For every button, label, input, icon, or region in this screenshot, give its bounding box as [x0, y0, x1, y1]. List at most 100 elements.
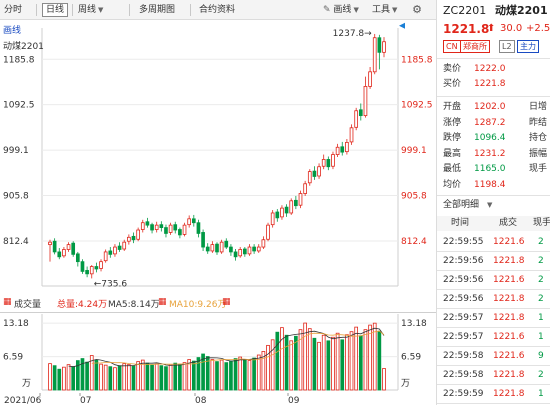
tick-qty: 2 — [538, 237, 544, 247]
tools-button[interactable]: 工具 ▼ — [372, 3, 397, 17]
tick-row: 22:59:57 1221.6 1 — [437, 328, 550, 347]
stat-value: 1096.4 — [474, 133, 506, 143]
candle — [94, 262, 99, 273]
volume-bar — [136, 361, 140, 391]
candle — [71, 241, 76, 257]
candle — [326, 156, 331, 171]
multi-period-button[interactable]: 多周期图 — [139, 3, 175, 17]
volume-config-icon[interactable]: ▦ — [222, 297, 231, 307]
toolbar-divider — [129, 4, 130, 16]
volume-bar — [219, 359, 224, 391]
volume-bar — [164, 366, 168, 391]
volume-bar — [99, 363, 103, 391]
candlestick-chart[interactable]: 1185.8 1092.5 999.1 905.8 812.4 1185.8 1092.5… — [0, 20, 436, 292]
candle — [113, 244, 117, 257]
tick-row: 22:59:56 1221.8 2 — [437, 290, 550, 309]
volume-bar — [117, 365, 122, 391]
volume-bar — [94, 359, 99, 391]
volume-chart[interactable]: 13.18 13.18 6.59 6.59 万 万 — [0, 312, 436, 394]
stat-row: 均价 1198.4 — [437, 178, 550, 193]
volume-bar — [173, 362, 178, 391]
tab-daily[interactable]: 日线 — [42, 3, 69, 17]
ticks-header: 时间 成交 现手 — [437, 216, 550, 231]
volume-bar — [266, 344, 270, 391]
volume-tick-label: 13.18 — [3, 319, 29, 329]
chevron-down-icon: ▼ — [353, 6, 359, 14]
candle — [368, 66, 372, 89]
volume-total: 总量:4.24万 — [57, 300, 108, 310]
gear-icon[interactable]: ⚙ — [412, 3, 422, 16]
volume-unit-label-right: 万 — [401, 379, 410, 389]
date-tick-label: 08 — [195, 396, 207, 405]
stat-value: 1165.0 — [474, 164, 506, 174]
volume-settings-icon[interactable]: ▦ — [3, 297, 12, 307]
volume-tick-label-right: 13.18 — [401, 319, 427, 329]
ma5-label: MA5:8.14万 — [108, 300, 160, 310]
tag-cn: CN — [443, 40, 461, 53]
stat-label: 最低 — [443, 164, 462, 174]
candle — [75, 251, 80, 267]
volume-tick-label: 6.59 — [3, 353, 23, 363]
volume-bar — [275, 331, 280, 391]
bid-price: 1221.8 — [474, 79, 506, 89]
price-axis-right: 1185.8 1092.5 999.1 905.8 812.4 — [401, 55, 433, 247]
candle — [191, 214, 196, 227]
candle — [261, 236, 266, 250]
tick-row: 22:59:55 1221.6 2 — [437, 233, 550, 252]
price-tick-label-right: 999.1 — [401, 146, 427, 156]
candle — [178, 227, 182, 239]
tag-main-contract: 主力 — [517, 40, 539, 53]
stat-extra-label: 昨结 — [529, 117, 548, 128]
tick-qty: 2 — [538, 275, 544, 285]
volume-bar — [154, 363, 159, 391]
candle — [270, 210, 275, 228]
stat-extra-label: 日增 — [529, 102, 548, 112]
price-tick-label-right: 1092.5 — [401, 101, 433, 111]
candle — [127, 234, 131, 245]
candle — [312, 166, 317, 180]
tick-time: 22:59:57 — [443, 332, 484, 342]
tab-weekly[interactable]: 周线 ▼ — [78, 3, 103, 17]
candle — [289, 198, 294, 215]
volume-bar — [331, 336, 335, 391]
ticks-header-qty: 现手 — [533, 218, 550, 228]
high-annotation: 1237.8→ — [333, 29, 372, 39]
tick-price: 1221.8 — [493, 256, 525, 266]
stat-value: 1231.2 — [474, 148, 506, 159]
tick-filter-label: 全部明细 — [443, 200, 480, 210]
candle — [108, 247, 113, 258]
candle — [280, 205, 284, 220]
tab-timeshare[interactable]: 分时 — [4, 3, 22, 17]
toolbar-divider — [72, 4, 73, 16]
tick-filter[interactable]: 全部明细 ▼ — [437, 198, 550, 213]
quote-header: ZC2201 动煤2201 — [437, 2, 550, 20]
candle — [372, 33, 377, 75]
contract-name: 动煤2201 — [495, 4, 548, 17]
indicator-label[interactable]: 画线 — [3, 24, 21, 36]
candle — [377, 34, 382, 70]
price-tick-label: 1092.5 — [3, 101, 35, 111]
tools-label: 工具 — [372, 5, 391, 15]
volume-bar — [131, 365, 136, 391]
volume-bar — [280, 327, 284, 391]
tick-price: 1221.8 — [493, 389, 525, 399]
volume-bar — [168, 364, 173, 391]
volume-bar — [252, 357, 256, 391]
volume-bar — [340, 339, 345, 391]
candle — [57, 248, 62, 260]
date-tick-label: 07 — [80, 396, 91, 405]
volume-bar — [210, 359, 215, 391]
tick-row: 22:59:58 1221.8 2 — [437, 366, 550, 385]
volume-bar — [312, 337, 317, 391]
contract-info-button[interactable]: 合约资料 — [199, 3, 235, 17]
candle — [247, 244, 252, 256]
candle — [136, 227, 140, 242]
price-tick-label: 812.4 — [3, 237, 29, 247]
stat-label: 均价 — [443, 179, 462, 190]
volume-bar — [224, 362, 229, 391]
volume-bar — [354, 326, 359, 391]
stat-row: 跌停 1096.4 持仓 — [437, 131, 550, 146]
candle — [363, 76, 368, 118]
draw-line-button[interactable]: ✎ 画线 ▼ — [323, 3, 359, 17]
contract-code: ZC2201 — [443, 4, 487, 17]
